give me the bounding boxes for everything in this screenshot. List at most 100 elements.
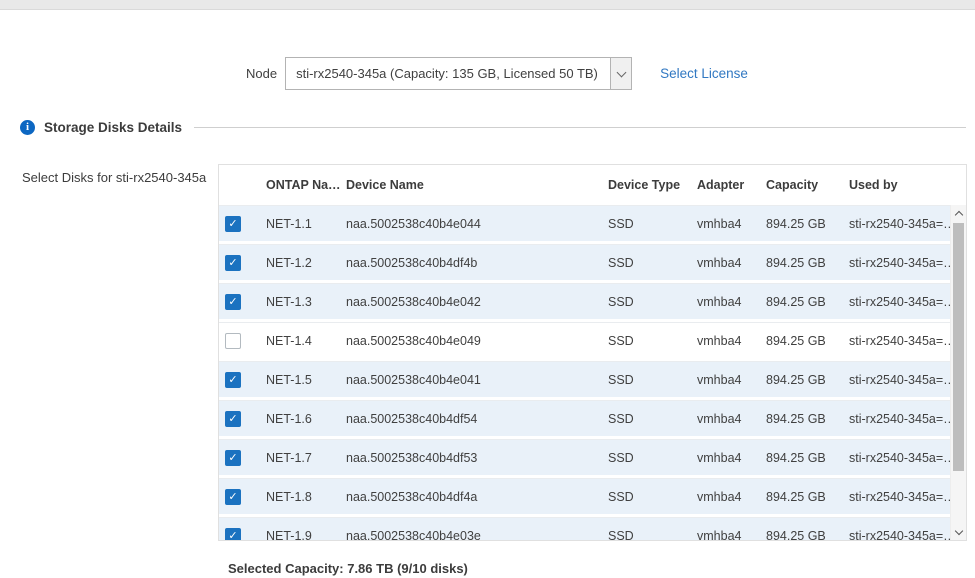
cell-used-by: sti-rx2540-345a=… <box>849 451 950 465</box>
cell-capacity: 894.25 GB <box>766 334 849 348</box>
cell-device-type: SSD <box>608 295 697 309</box>
disk-table: ONTAP Na… Device Name Device Type Adapte… <box>218 164 967 541</box>
checkbox-cell: ✓ <box>219 411 266 427</box>
disk-checkbox[interactable]: ✓ <box>225 372 241 388</box>
cell-device-type: SSD <box>608 334 697 348</box>
cell-adapter: vmhba4 <box>697 490 766 504</box>
cell-device-type: SSD <box>608 451 697 465</box>
checkbox-cell: ✓ <box>219 294 266 310</box>
cell-capacity: 894.25 GB <box>766 256 849 270</box>
cell-capacity: 894.25 GB <box>766 217 849 231</box>
cell-ontap-name: NET-1.2 <box>266 256 346 270</box>
cell-adapter: vmhba4 <box>697 334 766 348</box>
table-row[interactable]: ✓NET-1.9naa.5002538c40b4e03eSSDvmhba4894… <box>219 517 950 540</box>
top-divider-bar <box>0 0 975 10</box>
disk-checkbox[interactable]: ✓ <box>225 411 241 427</box>
chevron-down-icon <box>616 67 626 77</box>
cell-device-type: SSD <box>608 373 697 387</box>
disk-checkbox[interactable]: ✓ <box>225 489 241 505</box>
cell-device-name: naa.5002538c40b4df4a <box>346 490 608 504</box>
cell-capacity: 894.25 GB <box>766 412 849 426</box>
cell-device-name: naa.5002538c40b4e042 <box>346 295 608 309</box>
cell-capacity: 894.25 GB <box>766 490 849 504</box>
table-row[interactable]: ✓NET-1.7naa.5002538c40b4df53SSDvmhba4894… <box>219 439 950 475</box>
header-device-name: Device Name <box>346 178 608 192</box>
cell-device-type: SSD <box>608 412 697 426</box>
table-row[interactable]: ✓ NET-1.3naa.5002538c40b4e042SSDvmhba4894… <box>219 283 950 319</box>
cell-device-name: naa.5002538c40b4e049 <box>346 334 608 348</box>
scrollbar-thumb[interactable] <box>953 223 964 471</box>
disk-table-body-rows: ✓NET-1.1naa.5002538c40b4e044SSDvmhba4894… <box>219 205 950 540</box>
vertical-scrollbar[interactable] <box>950 205 966 540</box>
cell-device-name: naa.5002538c40b4e044 <box>346 217 608 231</box>
disk-checkbox[interactable]: ✓ <box>225 450 241 466</box>
section-title: Storage Disks Details <box>44 120 182 135</box>
cell-adapter: vmhba4 <box>697 295 766 309</box>
node-select-value: sti-rx2540-345a (Capacity: 135 GB, Licen… <box>286 58 610 89</box>
cell-used-by: sti-rx2540-345a=… <box>849 217 950 231</box>
header-used-by: Used by <box>849 178 966 192</box>
disk-checkbox[interactable]: ✓ <box>225 294 241 310</box>
table-row[interactable]: ✓NET-1.5naa.5002538c40b4e041SSDvmhba4894… <box>219 361 950 397</box>
node-selector-row: Node sti-rx2540-345a (Capacity: 135 GB, … <box>246 57 748 90</box>
cell-ontap-name: NET-1.1 <box>266 217 346 231</box>
checkbox-cell <box>219 333 266 349</box>
checkbox-cell: ✓ <box>219 372 266 388</box>
table-row[interactable]: NET-1.4naa.5002538c40b4e049SSDvmhba4894.… <box>219 322 950 358</box>
section-divider <box>194 127 966 128</box>
cell-ontap-name: NET-1.6 <box>266 412 346 426</box>
chevron-down-icon <box>955 526 963 534</box>
disk-checkbox[interactable] <box>225 333 241 349</box>
cell-used-by: sti-rx2540-345a=… <box>849 373 950 387</box>
header-ontap-name: ONTAP Na… <box>266 178 346 192</box>
cell-adapter: vmhba4 <box>697 412 766 426</box>
checkbox-cell: ✓ <box>219 528 266 541</box>
disk-checkbox[interactable]: ✓ <box>225 528 241 541</box>
cell-ontap-name: NET-1.9 <box>266 529 346 541</box>
section-header: i Storage Disks Details <box>20 119 966 136</box>
cell-used-by: sti-rx2540-345a=… <box>849 490 950 504</box>
table-row[interactable]: ✓NET-1.2naa.5002538c40b4df4bSSDvmhba4894… <box>219 244 950 280</box>
cell-used-by: sti-rx2540-345a=… <box>849 256 950 270</box>
node-select-dropdown-button[interactable] <box>610 58 631 89</box>
scrollbar-down-button[interactable] <box>951 524 966 540</box>
checkbox-cell: ✓ <box>219 255 266 271</box>
info-icon: i <box>20 120 35 135</box>
cell-capacity: 894.25 GB <box>766 295 849 309</box>
table-row[interactable]: ✓ NET-1.6naa.5002538c40b4df54SSDvmhba4894… <box>219 400 950 436</box>
header-adapter: Adapter <box>697 178 766 192</box>
scrollbar-up-button[interactable] <box>951 205 966 221</box>
table-row[interactable]: ✓NET-1.8naa.5002538c40b4df4aSSDvmhba4894… <box>219 478 950 514</box>
node-select[interactable]: sti-rx2540-345a (Capacity: 135 GB, Licen… <box>285 57 632 90</box>
cell-device-type: SSD <box>608 256 697 270</box>
table-row[interactable]: ✓ NET-1.1naa.5002538c40b4e044SSDvmhba4894… <box>219 205 950 241</box>
cell-adapter: vmhba4 <box>697 373 766 387</box>
cell-device-type: SSD <box>608 217 697 231</box>
cell-used-by: sti-rx2540-345a=… <box>849 412 950 426</box>
checkbox-cell: ✓ <box>219 216 266 232</box>
chevron-up-icon <box>955 210 963 218</box>
disk-table-header: ONTAP Na… Device Name Device Type Adapte… <box>219 165 966 205</box>
disk-checkbox[interactable]: ✓ <box>225 255 241 271</box>
cell-ontap-name: NET-1.7 <box>266 451 346 465</box>
disk-checkbox[interactable]: ✓ <box>225 216 241 232</box>
cell-ontap-name: NET-1.4 <box>266 334 346 348</box>
select-license-link[interactable]: Select License <box>660 66 748 81</box>
checkbox-cell: ✓ <box>219 450 266 466</box>
cell-device-name: naa.5002538c40b4df4b <box>346 256 608 270</box>
cell-device-name: naa.5002538c40b4df53 <box>346 451 608 465</box>
cell-adapter: vmhba4 <box>697 217 766 231</box>
cell-ontap-name: NET-1.8 <box>266 490 346 504</box>
cell-ontap-name: NET-1.3 <box>266 295 346 309</box>
cell-used-by: sti-rx2540-345a=… <box>849 529 950 541</box>
cell-device-name: naa.5002538c40b4e03e <box>346 529 608 541</box>
cell-device-type: SSD <box>608 529 697 541</box>
cell-device-name: naa.5002538c40b4e041 <box>346 373 608 387</box>
node-label: Node <box>246 66 277 81</box>
header-device-type: Device Type <box>608 178 697 192</box>
cell-used-by: sti-rx2540-345a=… <box>849 334 950 348</box>
cell-device-name: naa.5002538c40b4df54 <box>346 412 608 426</box>
disk-table-body: ✓NET-1.1naa.5002538c40b4e044SSDvmhba4894… <box>219 205 966 540</box>
select-disks-caption: Select Disks for sti-rx2540-345a <box>22 170 217 185</box>
cell-capacity: 894.25 GB <box>766 373 849 387</box>
